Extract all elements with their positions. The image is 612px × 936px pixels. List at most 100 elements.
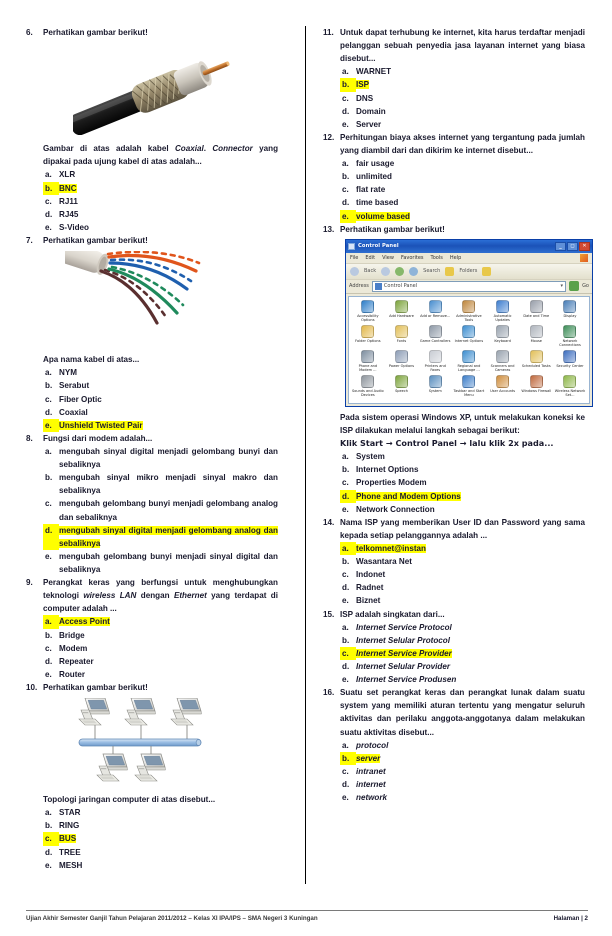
control-panel-applet[interactable]: Folder Options xyxy=(351,324,385,347)
control-panel-applet[interactable]: Keyboard xyxy=(486,324,520,347)
option-d[interactable]: d. Radnet xyxy=(340,581,585,594)
option-a[interactable]: a. fair usage xyxy=(340,157,585,170)
minimize-button[interactable]: _ xyxy=(555,241,566,251)
option-c[interactable]: c. flat rate xyxy=(340,183,585,196)
control-panel-applet[interactable]: Speech xyxy=(385,374,419,397)
views-icon[interactable] xyxy=(482,266,492,276)
close-button[interactable]: ✕ xyxy=(579,241,590,251)
option-e[interactable]: e. MESH xyxy=(43,859,278,872)
option-d[interactable]: d. Phone and Modem Options xyxy=(340,489,585,503)
option-c[interactable]: c. Internet Service Provider xyxy=(340,646,585,660)
option-e[interactable]: e. mengubah gelombang bunyi menjadi sinya… xyxy=(43,550,278,576)
menu-item-favorites[interactable]: Favorites xyxy=(401,254,424,262)
option-d[interactable]: d. Internet Selular Provider xyxy=(340,660,585,673)
option-a[interactable]: a. protocol xyxy=(340,739,585,752)
option-a[interactable]: a. NYM xyxy=(43,366,278,379)
option-a[interactable]: a. Internet Service Protocol xyxy=(340,621,585,634)
option-b[interactable]: b. ISP xyxy=(340,78,585,92)
control-panel-applet[interactable]: Printers and Faxes xyxy=(418,349,452,372)
option-d[interactable]: d. RJ45 xyxy=(43,208,278,221)
control-panel-applet[interactable]: Add Hardware xyxy=(385,299,419,322)
option-c[interactable]: c. intranet xyxy=(340,765,585,778)
control-panel-applet[interactable]: Security Center xyxy=(553,349,587,372)
option-b[interactable]: b. Wasantara Net xyxy=(340,555,585,568)
folders-icon[interactable] xyxy=(445,266,455,276)
control-panel-applet[interactable]: Administrative Tools xyxy=(452,299,486,322)
control-panel-applet[interactable]: Scanners and Cameras xyxy=(486,349,520,372)
option-e[interactable]: e. Network Connection xyxy=(340,503,585,516)
option-a[interactable]: a. WARNET xyxy=(340,65,585,78)
option-a[interactable]: a. XLR xyxy=(43,168,278,181)
menu-item-tools[interactable]: Tools xyxy=(431,254,443,262)
go-icon[interactable] xyxy=(569,281,580,292)
option-d[interactable]: d. Coaxial xyxy=(43,406,278,419)
control-panel-applet[interactable]: Wireless Network Set... xyxy=(553,374,587,397)
option-a[interactable]: a. System xyxy=(340,450,585,463)
maximize-button[interactable]: ◻ xyxy=(567,241,578,251)
option-c[interactable]: c. DNS xyxy=(340,92,585,105)
option-d[interactable]: d. internet xyxy=(340,778,585,791)
option-c[interactable]: c. BUS xyxy=(43,832,278,846)
control-panel-applet[interactable]: Taskbar and Start Menu xyxy=(452,374,486,397)
option-b[interactable]: b. BNC xyxy=(43,181,278,195)
option-c[interactable]: c. Fiber Optic xyxy=(43,393,278,406)
option-b[interactable]: b. Internet Options xyxy=(340,463,585,476)
menu-item-help[interactable]: Help xyxy=(450,254,461,262)
back-label[interactable]: Back xyxy=(364,267,376,275)
option-e[interactable]: e. Internet Service Produsen xyxy=(340,673,585,686)
option-c[interactable]: c. Modem xyxy=(43,642,278,655)
control-panel-applet[interactable]: Windows Firewall xyxy=(519,374,553,397)
option-a[interactable]: a. mengubah sinyal digital menjadi gelomb… xyxy=(43,445,278,471)
option-e[interactable]: e. network xyxy=(340,791,585,804)
option-d[interactable]: d. time based xyxy=(340,196,585,209)
back-icon[interactable] xyxy=(350,266,359,276)
option-b[interactable]: b. RING xyxy=(43,819,278,832)
folders-label[interactable]: Folders xyxy=(459,267,477,275)
control-panel-applet[interactable]: Internet Options xyxy=(452,324,486,347)
option-b[interactable]: b. Serabut xyxy=(43,379,278,392)
control-panel-applet[interactable]: System xyxy=(418,374,452,397)
control-panel-applet[interactable]: Mouse xyxy=(519,324,553,347)
option-c[interactable]: c. Indonet xyxy=(340,568,585,581)
control-panel-applet[interactable]: Game Controllers xyxy=(418,324,452,347)
chevron-down-icon[interactable]: ▾ xyxy=(561,282,564,290)
control-panel-applet[interactable]: Phone and Modem ... xyxy=(351,349,385,372)
option-c[interactable]: c. mengubah gelombang bunyi menjadi gelom… xyxy=(43,497,278,523)
option-b[interactable]: b. Internet Selular Protocol xyxy=(340,634,585,647)
option-e[interactable]: e. S-Video xyxy=(43,221,278,234)
option-c[interactable]: c. RJ11 xyxy=(43,195,278,208)
control-panel-applet[interactable]: Network Connections xyxy=(553,324,587,347)
menu-item-edit[interactable]: Edit xyxy=(365,254,375,262)
search-icon[interactable] xyxy=(409,266,419,276)
option-e[interactable]: e. Server xyxy=(340,118,585,131)
option-d[interactable]: d. Domain xyxy=(340,105,585,118)
control-panel-applet[interactable]: Add or Remove... xyxy=(418,299,452,322)
option-e[interactable]: e. Unshield Twisted Pair xyxy=(43,418,278,432)
option-a[interactable]: a. Access Point xyxy=(43,615,278,629)
control-panel-applet[interactable]: Power Options xyxy=(385,349,419,372)
option-d[interactable]: d. mengubah sinyal digital menjadi gelomb… xyxy=(43,523,278,550)
menu-item-view[interactable]: View xyxy=(382,254,394,262)
go-label[interactable]: Go xyxy=(582,282,589,290)
control-panel-applet[interactable]: Automatic Updates xyxy=(486,299,520,322)
option-b[interactable]: b. server xyxy=(340,751,585,765)
control-panel-applet[interactable]: Fonts xyxy=(385,324,419,347)
forward-icon[interactable] xyxy=(381,266,391,276)
up-icon[interactable] xyxy=(395,266,405,276)
option-a[interactable]: a. telkomnet@instan xyxy=(340,541,585,556)
address-input[interactable]: Control Panel ▾ xyxy=(371,280,567,292)
option-a[interactable]: a. STAR xyxy=(43,806,278,819)
option-d[interactable]: d. TREE xyxy=(43,846,278,859)
search-label[interactable]: Search xyxy=(423,267,440,275)
control-panel-applet[interactable]: Scheduled Tasks xyxy=(519,349,553,372)
option-b[interactable]: b. Bridge xyxy=(43,629,278,642)
option-b[interactable]: b. mengubah sinyal mikro menjadi sinyal m… xyxy=(43,471,278,497)
option-e[interactable]: e. volume based xyxy=(340,209,585,223)
option-e[interactable]: e. Biznet xyxy=(340,594,585,607)
menu-item-file[interactable]: File xyxy=(350,254,358,262)
control-panel-applet[interactable]: User Accounts xyxy=(486,374,520,397)
option-e[interactable]: e. Router xyxy=(43,668,278,681)
option-c[interactable]: c. Properties Modem xyxy=(340,476,585,489)
control-panel-applet[interactable]: Date and Time xyxy=(519,299,553,322)
option-d[interactable]: d. Repeater xyxy=(43,655,278,668)
